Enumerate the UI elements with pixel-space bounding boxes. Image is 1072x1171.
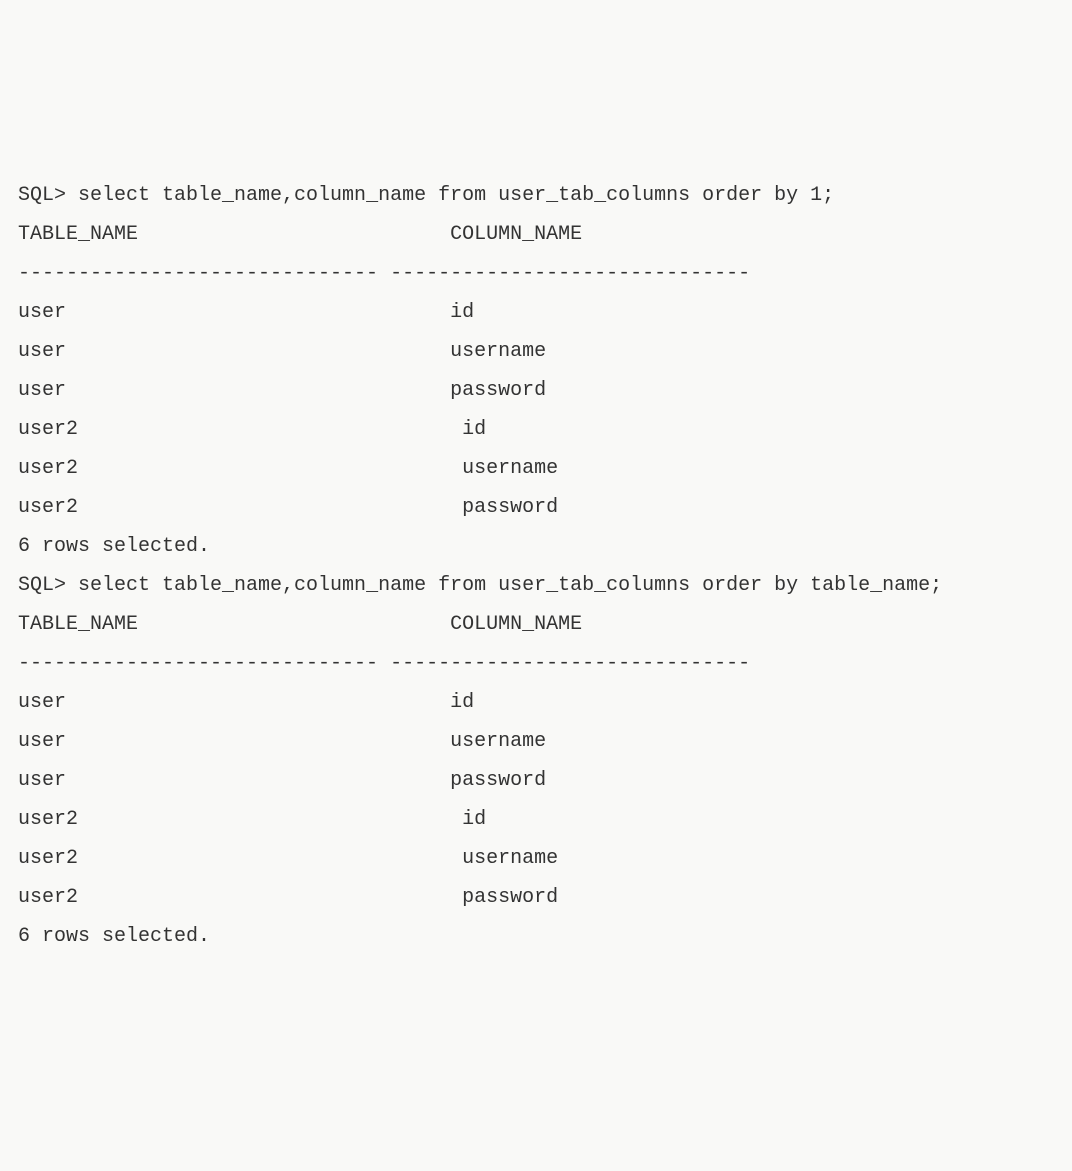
separator-col1: ------------------------------: [18, 262, 390, 285]
result-separator-row: ------------------------------ ---------…: [18, 644, 1054, 683]
sql-prompt: SQL>: [18, 574, 78, 597]
sql-command: select table_name,column_name from user_…: [78, 574, 942, 597]
result-data-row: user2username: [18, 449, 1054, 488]
cell-column-name: username: [450, 839, 558, 878]
result-data-row: userpassword: [18, 371, 1054, 410]
cell-column-name: username: [450, 332, 546, 371]
result-data-row: user2username: [18, 839, 1054, 878]
cell-column-name: password: [450, 371, 546, 410]
header-table-name: TABLE_NAME: [18, 605, 450, 644]
result-data-row: user2id: [18, 800, 1054, 839]
sql-prompt: SQL>: [18, 184, 78, 207]
sql-command-line[interactable]: SQL> select table_name,column_name from …: [18, 566, 1054, 605]
result-footer: 6 rows selected.: [18, 917, 1054, 956]
result-data-row: userusername: [18, 332, 1054, 371]
cell-column-name: username: [450, 722, 546, 761]
cell-table-name: user: [18, 722, 450, 761]
result-data-row: user2password: [18, 878, 1054, 917]
header-column-name: COLUMN_NAME: [450, 605, 582, 644]
result-separator-row: ------------------------------ ---------…: [18, 254, 1054, 293]
cell-table-name: user: [18, 761, 450, 800]
cell-column-name: password: [450, 488, 558, 527]
result-data-row: userusername: [18, 722, 1054, 761]
result-header-row: TABLE_NAMECOLUMN_NAME: [18, 215, 1054, 254]
cell-table-name: user: [18, 683, 450, 722]
sql-command-line[interactable]: SQL> select table_name,column_name from …: [18, 176, 1054, 215]
cell-table-name: user: [18, 332, 450, 371]
header-table-name: TABLE_NAME: [18, 215, 450, 254]
cell-column-name: username: [450, 449, 558, 488]
cell-column-name: password: [450, 761, 546, 800]
result-data-row: userid: [18, 683, 1054, 722]
result-data-row: userpassword: [18, 761, 1054, 800]
sql-command: select table_name,column_name from user_…: [78, 184, 834, 207]
cell-table-name: user2: [18, 839, 450, 878]
cell-column-name: id: [450, 410, 486, 449]
header-column-name: COLUMN_NAME: [450, 215, 582, 254]
cell-table-name: user2: [18, 878, 450, 917]
result-data-row: userid: [18, 293, 1054, 332]
result-data-row: user2password: [18, 488, 1054, 527]
cell-table-name: user2: [18, 488, 450, 527]
cell-table-name: user: [18, 293, 450, 332]
result-data-row: user2id: [18, 410, 1054, 449]
cell-table-name: user2: [18, 800, 450, 839]
cell-table-name: user: [18, 371, 450, 410]
cell-table-name: user2: [18, 449, 450, 488]
cell-column-name: password: [450, 878, 558, 917]
cell-table-name: user2: [18, 410, 450, 449]
result-header-row: TABLE_NAMECOLUMN_NAME: [18, 605, 1054, 644]
separator-col2: ------------------------------: [390, 652, 750, 675]
cell-column-name: id: [450, 683, 474, 722]
separator-col1: ------------------------------: [18, 652, 390, 675]
result-footer: 6 rows selected.: [18, 527, 1054, 566]
cell-column-name: id: [450, 293, 474, 332]
separator-col2: ------------------------------: [390, 262, 750, 285]
sql-terminal[interactable]: SQL> select table_name,column_name from …: [18, 176, 1054, 956]
cell-column-name: id: [450, 800, 486, 839]
